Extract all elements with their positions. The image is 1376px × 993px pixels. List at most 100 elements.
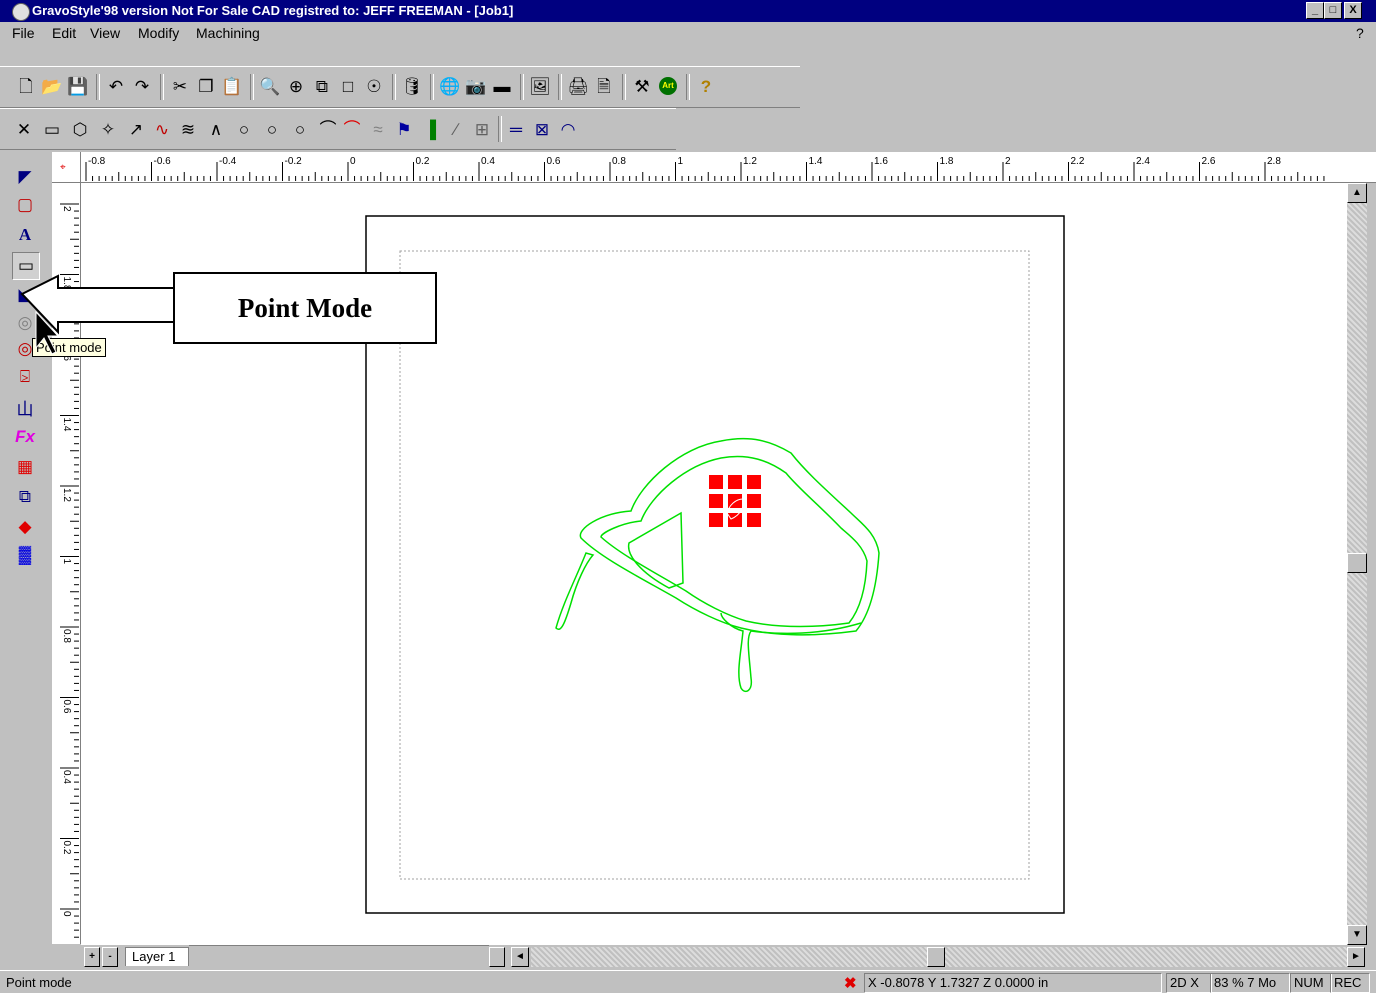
arc-icon[interactable]: ⌒ <box>316 117 340 141</box>
table-icon[interactable]: ⊞ <box>470 117 494 141</box>
scroll-left-button[interactable]: ◄ <box>511 947 529 967</box>
scanner-icon[interactable]: ▬ <box>490 74 514 98</box>
coordinates-readout: X -0.8078 Y 1.7327 Z 0.0000 in <box>864 973 1162 993</box>
page-border <box>365 215 1065 914</box>
grid-icon[interactable]: ▦ <box>12 454 38 480</box>
ruler-label: 0.8 <box>61 629 72 643</box>
ruler-label: 2 <box>1005 156 1011 167</box>
status-message: Point mode <box>6 975 72 990</box>
ruler-label: -0.2 <box>285 156 303 167</box>
clamp-icon[interactable]: ⍄ <box>12 364 38 390</box>
ruler-label: 1.8 <box>940 156 954 167</box>
ruler-label: 1.6 <box>874 156 888 167</box>
ruler-label: 0.4 <box>61 770 72 784</box>
vertical-scroll-thumb[interactable] <box>1347 553 1367 573</box>
globe-icon[interactable]: 🌐 <box>438 74 462 98</box>
ruler-label: 0 <box>61 911 72 917</box>
circle3-icon[interactable]: ○ <box>288 117 312 141</box>
layer-toggle-button[interactable] <box>489 947 505 967</box>
ruler-label: 0.6 <box>547 156 561 167</box>
frame-icon[interactable]: ⧉ <box>12 484 38 510</box>
menu-bar: File Edit View Modify Machining ? <box>0 22 1376 44</box>
layout-icon[interactable]: 🖼 <box>528 74 552 98</box>
minimize-button[interactable]: _ <box>1306 2 1324 19</box>
point-mode-callout: Point Mode <box>173 272 437 344</box>
toolbar-separator <box>392 74 396 100</box>
box-cross-icon[interactable]: ⊠ <box>530 117 554 141</box>
maximize-button[interactable]: □ <box>1324 2 1342 19</box>
zoom-window-icon[interactable]: ⧉ <box>310 74 334 98</box>
print-icon[interactable]: 🖨 <box>566 74 590 98</box>
title-bar: GravoStyle'98 version Not For Sale CAD r… <box>0 0 1376 22</box>
ruler-label: 2.6 <box>1202 156 1216 167</box>
ruler-label: 0.8 <box>612 156 626 167</box>
arc-red-icon[interactable]: ⌒ <box>340 117 364 141</box>
add-layer-button[interactable]: + <box>84 947 100 967</box>
ruler-label: 0.4 <box>481 156 495 167</box>
zoom-icon[interactable]: 🔍 <box>258 74 282 98</box>
tool-icon[interactable]: ⚒ <box>630 74 654 98</box>
scroll-right-button[interactable]: ► <box>1347 947 1365 967</box>
ruler-label: 2.4 <box>1136 156 1150 167</box>
pen-icon[interactable]: ∕ <box>444 117 468 141</box>
ruler-label: -0.4 <box>219 156 237 167</box>
ruler-label: 0.6 <box>61 700 72 714</box>
remove-layer-button[interactable]: - <box>102 947 118 967</box>
scroll-up-button[interactable]: ▲ <box>1347 183 1367 203</box>
menu-help[interactable]: ? <box>1356 25 1364 41</box>
layer-tab-strip <box>189 945 489 966</box>
zoom-all-icon[interactable]: ☉ <box>362 74 386 98</box>
dimension-icon[interactable]: ═ <box>504 117 528 141</box>
circle-icon[interactable]: ○ <box>232 117 256 141</box>
layer-tab[interactable]: Layer 1 <box>125 947 189 966</box>
fx-icon[interactable]: Fx <box>12 424 38 450</box>
spiral-icon[interactable]: ≈ <box>366 117 390 141</box>
art-icon[interactable]: Art <box>656 74 680 98</box>
ruler-label: 2.2 <box>1071 156 1085 167</box>
protractor-icon[interactable]: ◠ <box>556 117 580 141</box>
record-indicator: REC <box>1330 973 1370 993</box>
flag-icon[interactable]: ⚑ <box>392 117 416 141</box>
ruler-label: 1.2 <box>743 156 757 167</box>
ruler-label: 0.2 <box>61 841 72 855</box>
vertical-scrollbar[interactable]: ▲ ▼ <box>1347 183 1367 945</box>
menu-machining[interactable]: Machining <box>196 25 260 41</box>
horizontal-scroll-thumb[interactable] <box>927 947 945 967</box>
palette-icon[interactable]: ▓ <box>12 542 38 568</box>
chinese-text-icon[interactable]: 山 <box>12 394 38 420</box>
paste-icon[interactable]: 📋 <box>220 74 244 98</box>
close-button[interactable]: X <box>1344 2 1362 19</box>
help-icon[interactable]: ? <box>694 74 718 98</box>
color-bucket-icon[interactable]: 🛢 <box>400 74 424 98</box>
ellipse-icon[interactable]: ○ <box>260 117 284 141</box>
toolbar-separator <box>520 74 524 100</box>
zoom-in-icon[interactable]: ⊕ <box>284 74 308 98</box>
layer-bar: + - Layer 1 ◄ ► <box>81 945 1367 967</box>
view-mode-indicator[interactable]: 2D X <box>1166 973 1212 993</box>
toolbar-separator <box>558 74 562 100</box>
ruler-label: 0.2 <box>416 156 430 167</box>
toolbar-separator <box>686 74 690 100</box>
print-preview-icon[interactable]: 🗎 <box>592 74 616 98</box>
ruler-label: 1.2 <box>61 488 72 502</box>
zoom-page-icon[interactable]: □ <box>336 74 360 98</box>
num-lock-indicator: NUM <box>1290 973 1332 993</box>
toolbar-separator <box>430 74 434 100</box>
fill-icon[interactable]: ◆ <box>12 514 38 540</box>
ruler-label: 1.4 <box>61 418 72 432</box>
scroll-down-button[interactable]: ▼ <box>1347 925 1367 945</box>
ruler-label: 1 <box>61 559 72 565</box>
ruler-label: 0 <box>350 156 356 167</box>
status-bar: Point mode ✖ X -0.8078 Y 1.7327 Z 0.0000… <box>0 970 1376 993</box>
camera-icon[interactable]: 📷 <box>464 74 488 98</box>
snap-off-icon[interactable]: ✖ <box>844 974 857 992</box>
horizontal-ruler: -0.8 -0.6 -0.4 -0.2 0 0.2 0.4 0.6 0.8 1 1.2 1.4 1.6 1… <box>52 152 1376 183</box>
ruler-label: 1.4 <box>809 156 823 167</box>
toolbar-separator <box>622 74 626 100</box>
polyline-icon[interactable]: ∧ <box>204 117 228 141</box>
ruler-label: 1 <box>678 156 684 167</box>
zoom-memory-indicator: 83 % 7 Mo <box>1210 973 1290 993</box>
toolbar-separator <box>250 74 254 100</box>
chart-icon[interactable]: ▐ <box>418 117 442 141</box>
toolbar-separator <box>498 116 502 142</box>
